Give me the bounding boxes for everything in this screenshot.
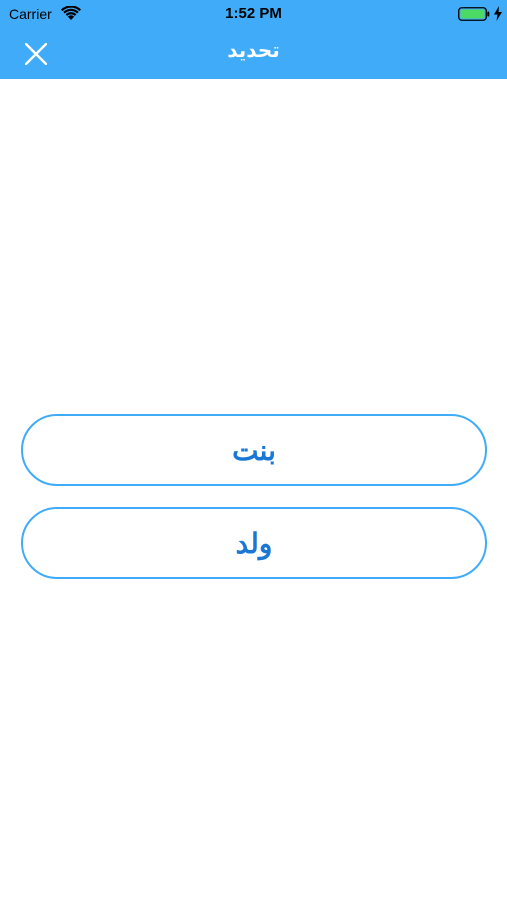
charging-icon <box>494 6 502 21</box>
top-bar: Carrier 1:52 PM تحديد <box>0 0 507 79</box>
status-bar: Carrier 1:52 PM <box>0 0 507 28</box>
screen: Carrier 1:52 PM تحديد بنت ولد <box>0 0 507 900</box>
battery-icon <box>458 7 490 21</box>
status-time: 1:52 PM <box>225 5 282 22</box>
nav-bar: تحديد <box>0 28 507 79</box>
girl-option-button[interactable]: بنت <box>21 414 487 486</box>
boy-option-button[interactable]: ولد <box>21 507 487 579</box>
page-title: تحديد <box>227 38 280 62</box>
